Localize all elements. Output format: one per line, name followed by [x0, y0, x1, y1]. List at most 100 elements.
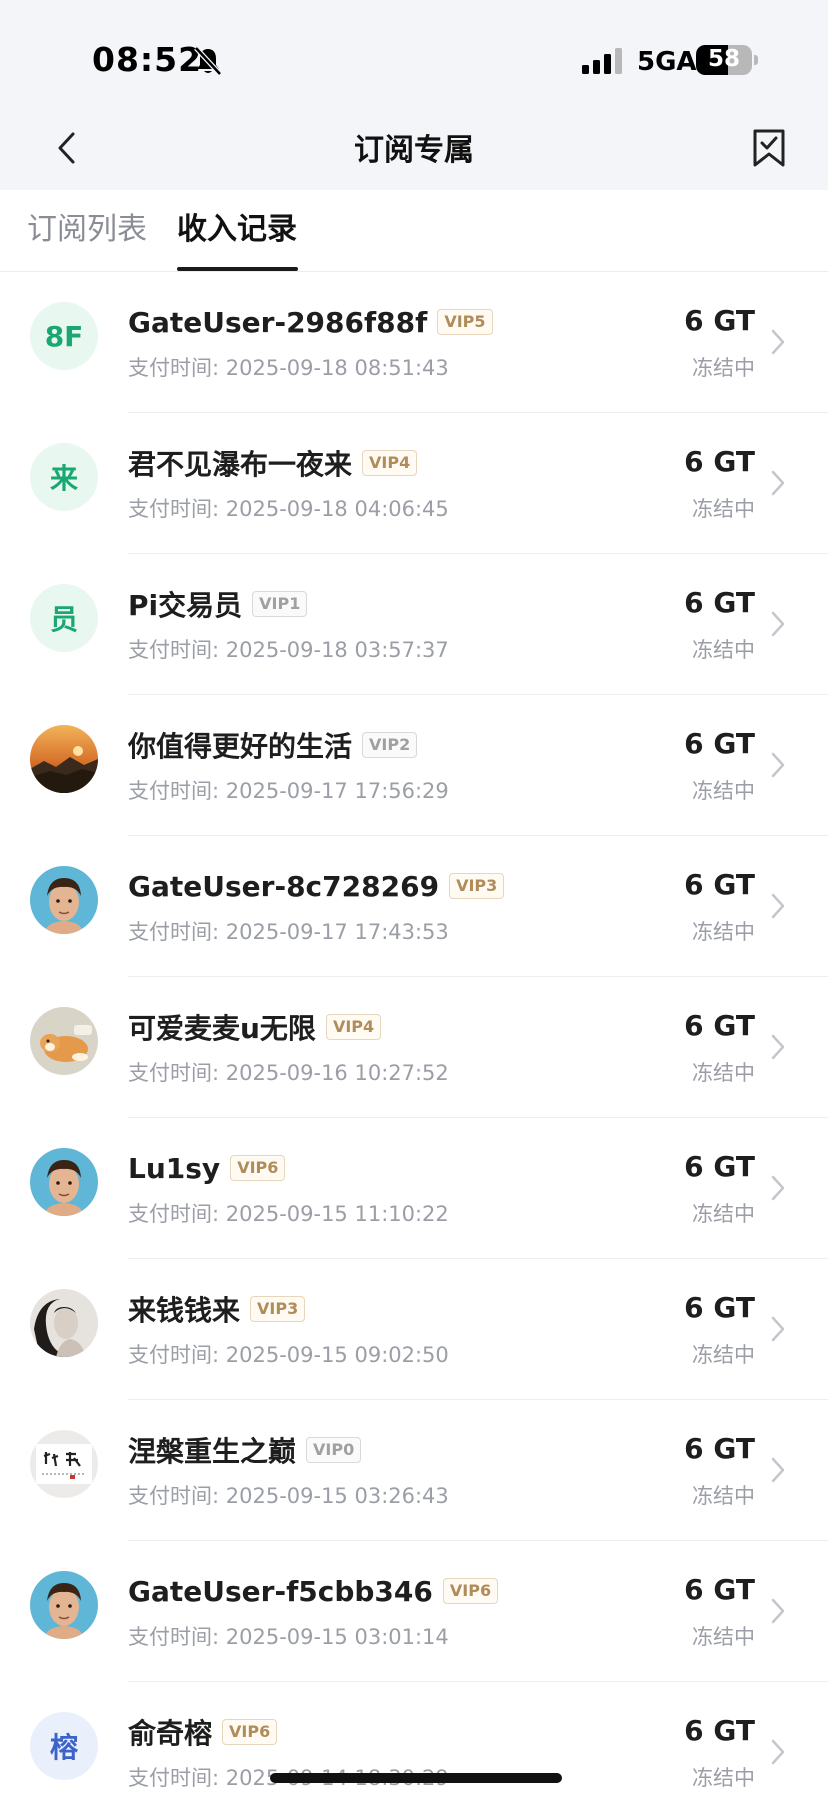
avatar-initial: 8F [44, 319, 84, 353]
user-name: 来钱钱来 [128, 1294, 241, 1327]
face-avatar[interactable] [30, 1571, 98, 1639]
chevron-right-icon [771, 1598, 785, 1624]
user-line: Pi交易员 VIP1 [128, 584, 308, 624]
user-line: 俞奇榕 VIP6 [128, 1712, 278, 1752]
record-status: 冻结中 [692, 1061, 755, 1085]
amount: 6 GT [684, 727, 755, 760]
home-indicator[interactable] [270, 1773, 562, 1783]
payment-time: 支付时间: 2025-09-15 03:26:43 [128, 1484, 449, 1508]
user-name: 俞奇榕 [128, 1717, 213, 1750]
chevron-right-icon [771, 752, 785, 778]
user-name: Pi交易员 [128, 589, 243, 622]
vip-badge: VIP2 [362, 732, 418, 758]
chevron-right-icon [771, 893, 785, 919]
income-record-row[interactable]: 8F GateUser-2986f88f VIP5 支付时间: 2025-09-… [0, 272, 828, 413]
user-line: 君不见瀑布一夜来 VIP4 [128, 443, 418, 483]
record-status: 冻结中 [692, 356, 755, 380]
vip-badge: VIP6 [222, 1719, 278, 1745]
record-status: 冻结中 [692, 1202, 755, 1226]
avatar-initial: 员 [49, 603, 78, 636]
user-name: GateUser-8c728269 [128, 869, 440, 903]
income-record-row[interactable]: GateUser-8c728269 VIP3 支付时间: 2025-09-17 … [0, 836, 828, 977]
income-record-row[interactable]: 你值得更好的生活 VIP2 支付时间: 2025-09-17 17:56:29 … [0, 695, 828, 836]
user-line: GateUser-f5cbb346 VIP6 [128, 1571, 499, 1611]
header: 订阅专属 [0, 105, 828, 190]
face-avatar[interactable] [30, 1148, 98, 1216]
amount: 6 GT [684, 1432, 755, 1465]
record-status: 冻结中 [692, 1484, 755, 1508]
battery-icon: 58 [696, 45, 752, 75]
bell-muted-icon [194, 46, 222, 76]
user-name: 君不见瀑布一夜来 [128, 448, 353, 481]
vip-badge: VIP6 [230, 1155, 286, 1181]
income-record-row[interactable]: 涅槃重生之巅 VIP0 支付时间: 2025-09-15 03:26:43 6 … [0, 1400, 828, 1541]
user-name: Lu1sy [128, 1151, 221, 1185]
chevron-right-icon [771, 329, 785, 355]
record-status: 冻结中 [692, 1625, 755, 1649]
avatar[interactable]: 8F [30, 302, 98, 370]
income-record-row[interactable]: Lu1sy VIP6 支付时间: 2025-09-15 11:10:22 6 G… [0, 1118, 828, 1259]
income-record-row[interactable]: 员 Pi交易员 VIP1 支付时间: 2025-09-18 03:57:37 6… [0, 554, 828, 695]
income-record-row[interactable]: GateUser-f5cbb346 VIP6 支付时间: 2025-09-15 … [0, 1541, 828, 1682]
record-status: 冻结中 [692, 1343, 755, 1367]
vip-badge: VIP0 [306, 1437, 362, 1463]
avatar[interactable]: 榕 [30, 1712, 98, 1780]
avatar[interactable]: 来 [30, 443, 98, 511]
record-status: 冻结中 [692, 638, 755, 662]
calligraphy-avatar[interactable] [30, 1430, 98, 1498]
tab-active-indicator [177, 267, 298, 271]
dog-avatar[interactable] [30, 1007, 98, 1075]
payment-time: 支付时间: 2025-09-15 09:02:50 [128, 1343, 449, 1367]
user-line: 你值得更好的生活 VIP2 [128, 725, 418, 765]
record-status: 冻结中 [692, 1766, 755, 1790]
vip-badge: VIP6 [442, 1578, 499, 1604]
income-record-row[interactable]: 可爱麦麦u无限 VIP4 支付时间: 2025-09-16 10:27:52 6… [0, 977, 828, 1118]
battery-cap [754, 55, 758, 65]
bookmark-button[interactable] [746, 125, 792, 171]
status-time: 08:52 [92, 40, 203, 79]
vip-badge: VIP4 [325, 1014, 382, 1040]
user-line: GateUser-8c728269 VIP3 [128, 866, 505, 906]
vip-badge: VIP3 [250, 1296, 306, 1322]
income-record-row[interactable]: 来钱钱来 VIP3 支付时间: 2025-09-15 09:02:50 6 GT… [0, 1259, 828, 1400]
amount: 6 GT [684, 1714, 755, 1747]
battery-level: 58 [707, 46, 740, 72]
amount: 6 GT [684, 1009, 755, 1042]
user-line: 涅槃重生之巅 VIP0 [128, 1430, 362, 1470]
payment-time: 支付时间: 2025-09-18 04:06:45 [128, 497, 449, 521]
avatar[interactable]: 员 [30, 584, 98, 652]
chevron-right-icon [771, 1316, 785, 1342]
face-avatar[interactable] [30, 866, 98, 934]
payment-time: 支付时间: 2025-09-15 11:10:22 [128, 1202, 449, 1226]
chevron-right-icon [771, 1739, 785, 1765]
user-line: Lu1sy VIP6 [128, 1148, 286, 1188]
payment-time: 支付时间: 2025-09-15 03:01:14 [128, 1625, 449, 1649]
chevron-right-icon [771, 611, 785, 637]
amount: 6 GT [684, 1291, 755, 1324]
amount: 6 GT [684, 304, 755, 337]
user-name: 可爱麦麦u无限 [128, 1012, 316, 1045]
chevron-right-icon [771, 1457, 785, 1483]
tab-bar: 订阅列表 收入记录 [0, 190, 828, 272]
portrait-avatar[interactable] [30, 1289, 98, 1357]
amount: 6 GT [684, 445, 755, 478]
user-name: 你值得更好的生活 [128, 730, 353, 763]
landscape-avatar[interactable] [30, 725, 98, 793]
payment-time: 支付时间: 2025-09-18 03:57:37 [128, 638, 449, 662]
signal-icon [582, 48, 622, 74]
network-label: 5GA [637, 47, 697, 77]
vip-badge: VIP1 [252, 591, 308, 617]
income-record-list: 8F GateUser-2986f88f VIP5 支付时间: 2025-09-… [0, 272, 828, 1800]
status-bar: 08:52 5GA 58 [0, 0, 828, 105]
record-status: 冻结中 [692, 779, 755, 803]
tab-subscription-list[interactable]: 订阅列表 [27, 210, 147, 250]
record-status: 冻结中 [692, 920, 755, 944]
vip-badge: VIP4 [362, 450, 418, 476]
user-line: 可爱麦麦u无限 VIP4 [128, 1007, 382, 1047]
tab-income-records[interactable]: 收入记录 [177, 210, 297, 250]
payment-time: 支付时间: 2025-09-16 10:27:52 [128, 1061, 449, 1085]
income-record-row[interactable]: 来 君不见瀑布一夜来 VIP4 支付时间: 2025-09-18 04:06:4… [0, 413, 828, 554]
chevron-right-icon [771, 1034, 785, 1060]
avatar-initial: 来 [49, 462, 78, 495]
user-name: GateUser-f5cbb346 [128, 1574, 433, 1608]
